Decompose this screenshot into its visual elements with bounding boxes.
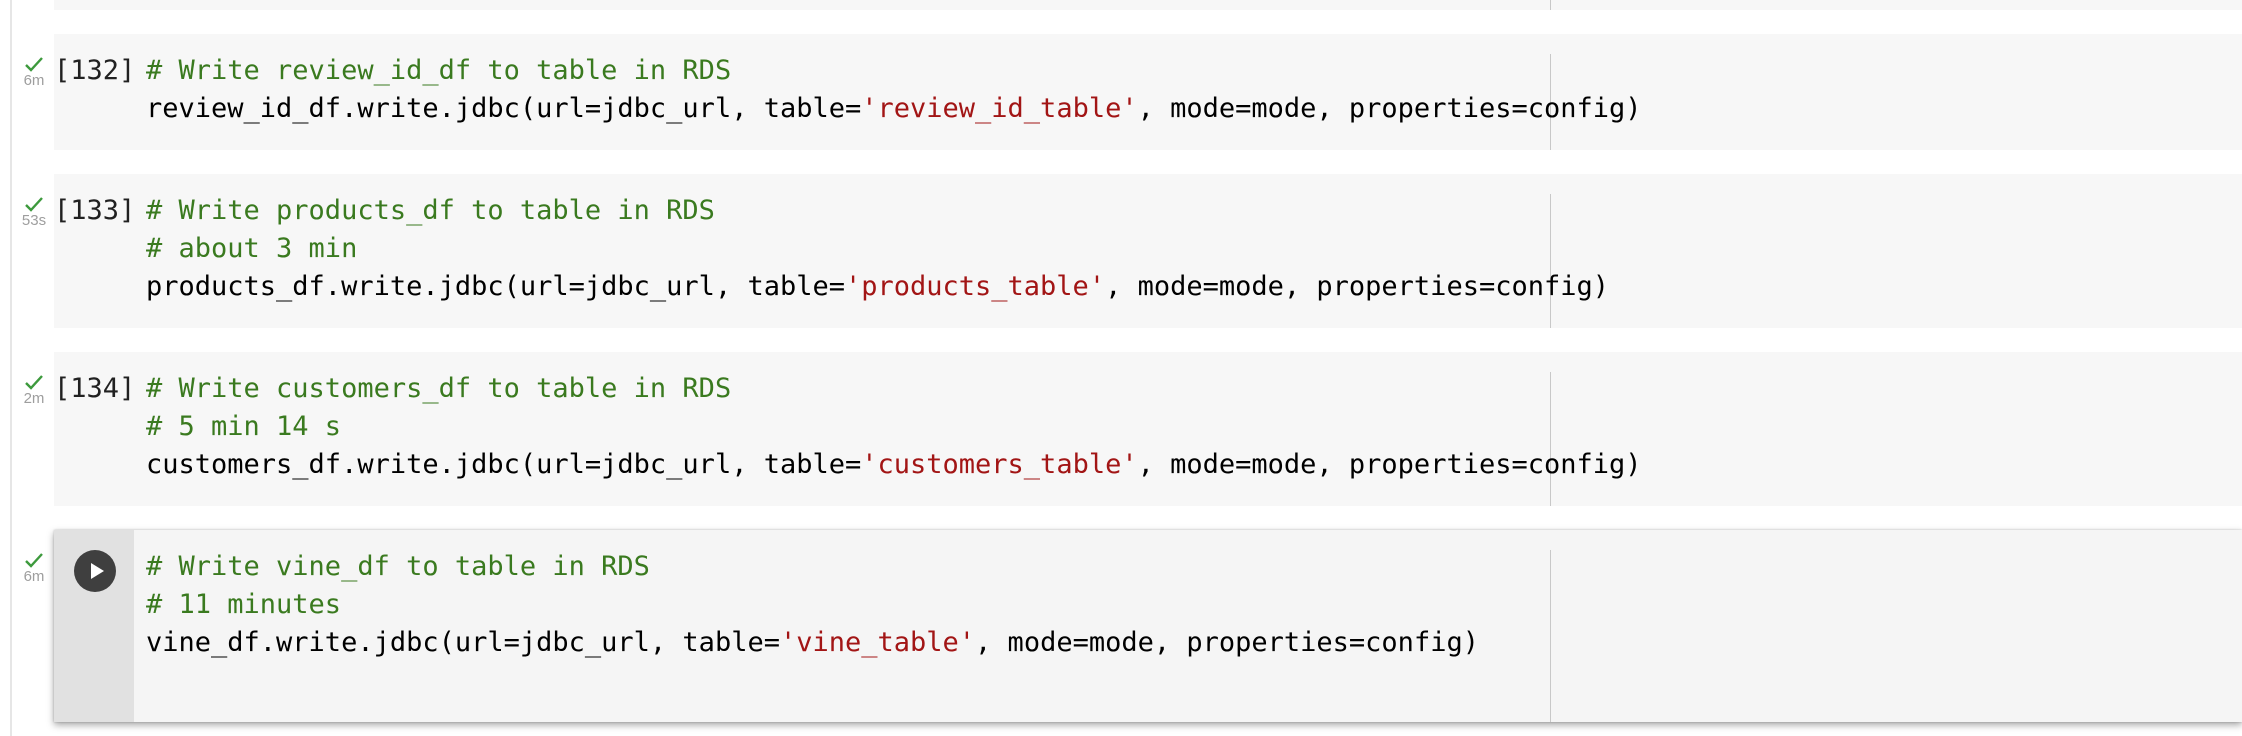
code-comment: # Write customers_df to table in RDS	[146, 373, 732, 404]
execution-time: 53s	[21, 212, 47, 229]
check-icon	[25, 57, 43, 72]
code-comment: # Write vine_df to table in RDS	[146, 551, 650, 582]
code-text: products_df.write.jdbc(url=jdbc_url, tab…	[146, 271, 845, 302]
code-comment: # 11 minutes	[146, 589, 342, 620]
code-text: vine_df.write.jdbc(url=jdbc_url, table=	[146, 627, 780, 658]
code-line: # about 3 min	[146, 230, 1609, 268]
code-line: # 11 minutes	[146, 586, 1479, 624]
code-line: customers_df.write.jdbc(url=jdbc_url, ta…	[146, 446, 1642, 484]
previous-cell-fragment[interactable]	[54, 0, 2242, 10]
execution-count: [132]	[54, 55, 136, 86]
code-text: , mode=mode, properties=config)	[1105, 271, 1609, 302]
execution-time: 6m	[23, 568, 45, 585]
execution-count: [134]	[54, 373, 136, 404]
code-line: # Write customers_df to table in RDS	[146, 370, 1642, 408]
code-editor[interactable]: # Write products_df to table in RDS # abo…	[146, 192, 1609, 306]
code-line: products_df.write.jdbc(url=jdbc_url, tab…	[146, 268, 1609, 306]
cell-status: 2m	[14, 374, 54, 407]
cell-status: 6m	[14, 552, 54, 585]
check-icon	[25, 375, 43, 390]
play-icon[interactable]	[74, 550, 116, 592]
code-text: , mode=mode, properties=config)	[975, 627, 1479, 658]
code-editor[interactable]: # Write customers_df to table in RDS # 5 …	[146, 370, 1642, 484]
cell-status: 53s	[14, 196, 54, 229]
code-comment: # Write products_df to table in RDS	[146, 195, 715, 226]
code-editor[interactable]: # Write vine_df to table in RDS # 11 minu…	[146, 548, 1479, 662]
code-editor[interactable]: # Write review_id_df to table in RDS revi…	[146, 52, 1642, 128]
code-text: , mode=mode, properties=config)	[1137, 93, 1642, 124]
code-text: , mode=mode, properties=config)	[1137, 449, 1642, 480]
check-icon	[25, 553, 43, 568]
code-comment: # 5 min 14 s	[146, 411, 342, 442]
execution-time: 6m	[23, 72, 45, 89]
code-line: vine_df.write.jdbc(url=jdbc_url, table='…	[146, 624, 1479, 662]
code-comment: # about 3 min	[146, 233, 358, 264]
code-line: review_id_df.write.jdbc(url=jdbc_url, ta…	[146, 90, 1642, 128]
code-line: # Write vine_df to table in RDS	[146, 548, 1479, 586]
code-text: customers_df.write.jdbc(url=jdbc_url, ta…	[146, 449, 862, 480]
execution-count: [133]	[54, 195, 136, 226]
gutter-divider	[10, 0, 12, 736]
code-comment: # Write review_id_df to table in RDS	[146, 55, 732, 86]
code-string: 'review_id_table'	[861, 93, 1138, 124]
column-ruler	[1550, 550, 1551, 722]
code-string: 'customers_table'	[861, 449, 1138, 480]
run-button-gutter	[54, 530, 134, 722]
execution-time: 2m	[23, 390, 45, 407]
check-icon	[25, 197, 43, 212]
code-line: # Write review_id_df to table in RDS	[146, 52, 1642, 90]
notebook-page: 6m [132] # Write review_id_df to table i…	[0, 0, 2242, 736]
code-line: # 5 min 14 s	[146, 408, 1642, 446]
code-text: review_id_df.write.jdbc(url=jdbc_url, ta…	[146, 93, 862, 124]
code-line: # Write products_df to table in RDS	[146, 192, 1609, 230]
code-string: 'products_table'	[844, 271, 1106, 302]
cell-status: 6m	[14, 56, 54, 89]
code-string: 'vine_table'	[779, 627, 976, 658]
column-ruler	[1550, 0, 1551, 10]
